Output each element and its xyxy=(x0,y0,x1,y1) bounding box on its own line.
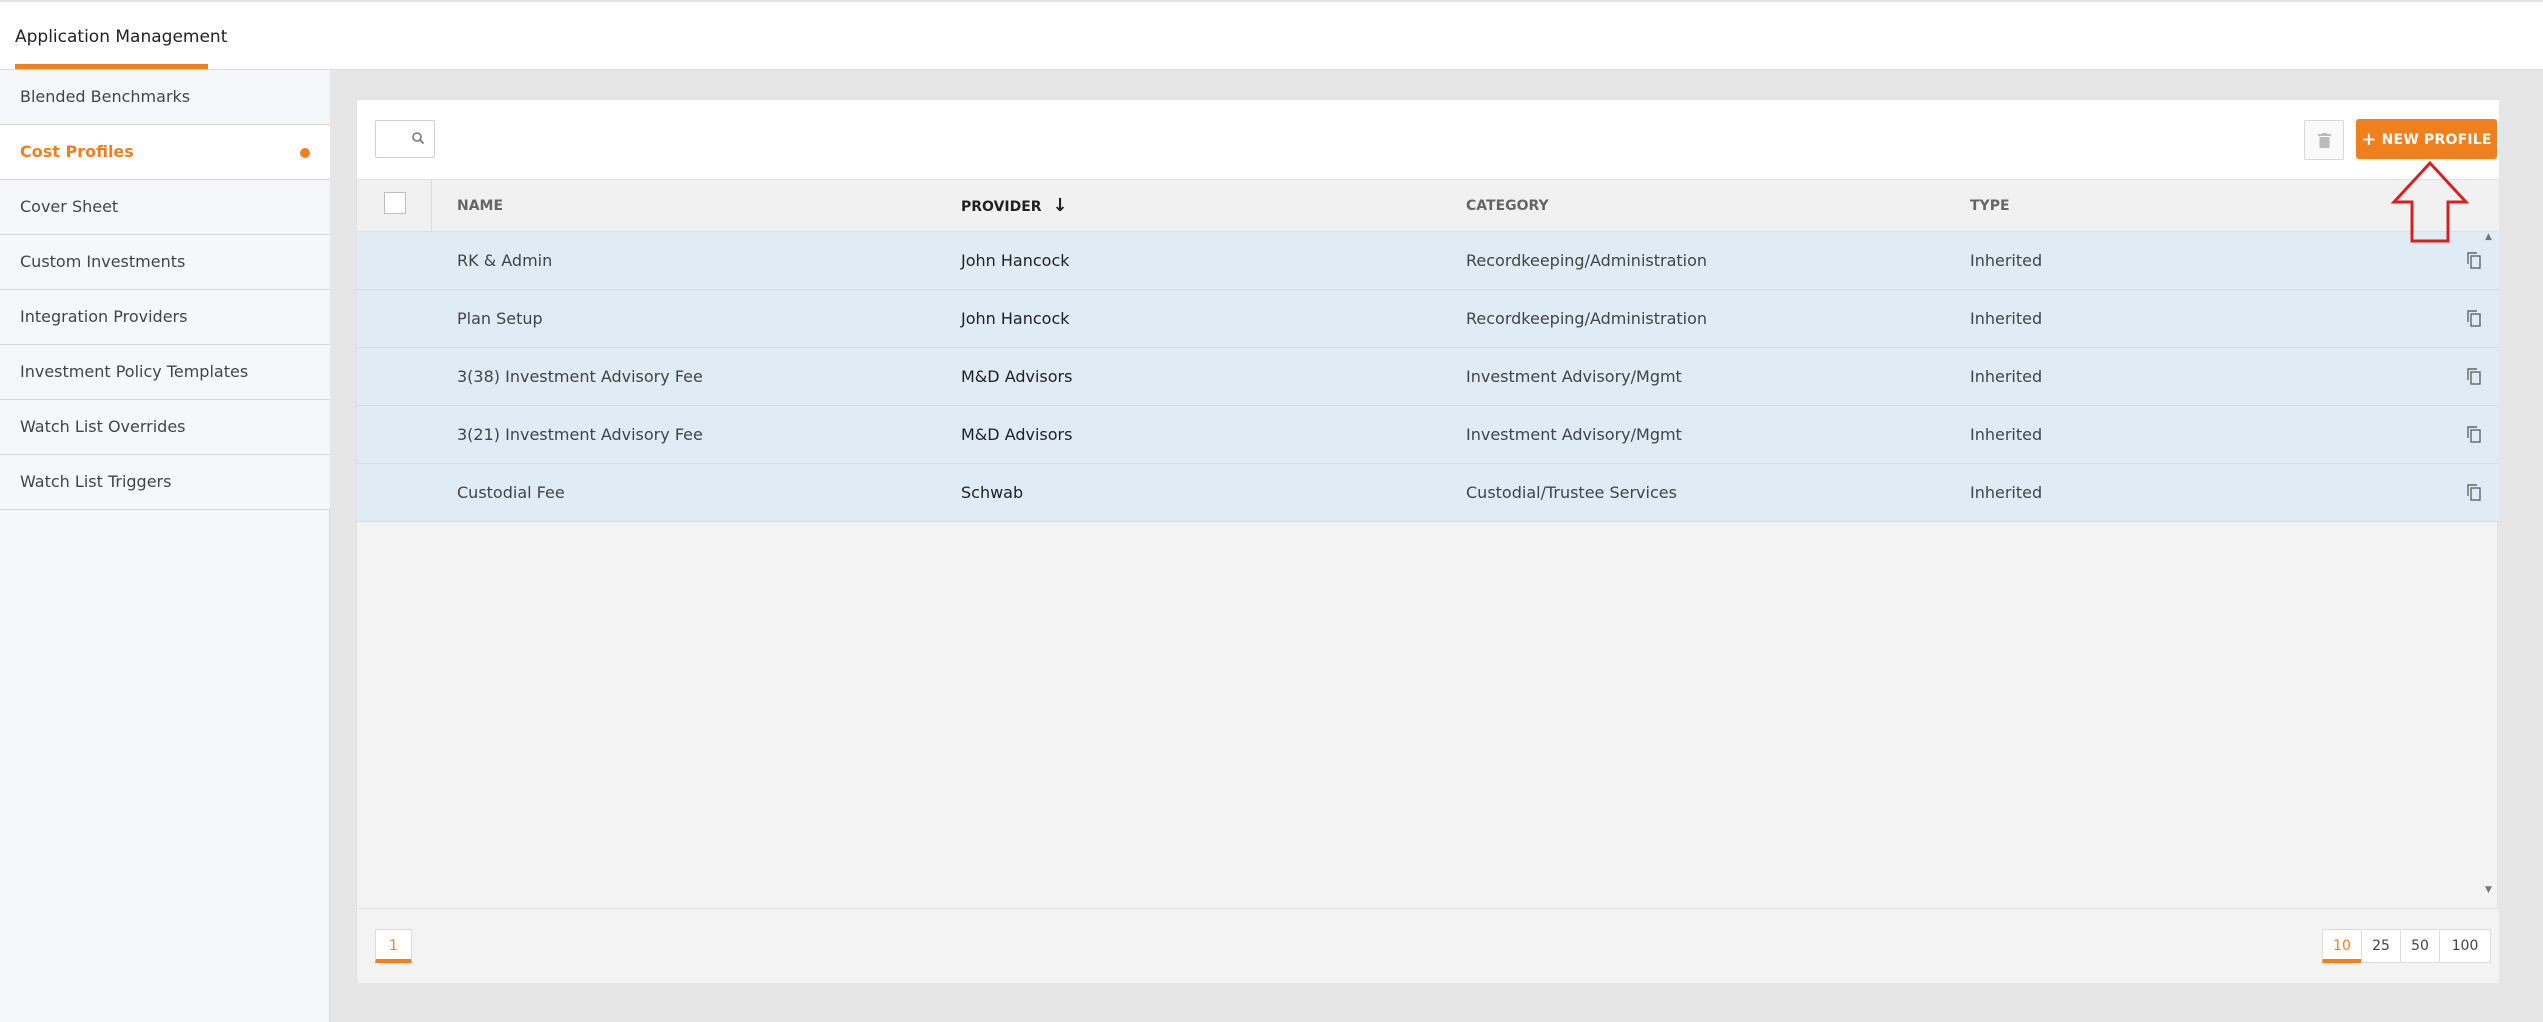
active-dot-icon xyxy=(300,148,310,158)
column-header-category[interactable]: CATEGORY xyxy=(1466,180,1549,232)
sidebar-item-label: Investment Policy Templates xyxy=(20,362,249,381)
copy-icon[interactable] xyxy=(2467,252,2481,269)
table-row[interactable]: Custodial Fee Schwab Custodial/Trustee S… xyxy=(357,464,2499,522)
cost-profiles-panel: + NEW PROFILE NAME PROVIDER ↓ CATEGORY TY… xyxy=(356,99,2499,983)
sidebar-item-label: Custom Investments xyxy=(20,252,186,271)
cell-name: Custodial Fee xyxy=(457,483,565,502)
cell-type: Inherited xyxy=(1970,367,2043,386)
new-profile-label: NEW PROFILE xyxy=(2381,132,2492,148)
select-all-checkbox[interactable] xyxy=(384,192,406,214)
table-footer: 1 10 25 50 100 xyxy=(357,908,2499,983)
page-button-current[interactable]: 1 xyxy=(375,929,412,963)
sidebar-item-label: Watch List Triggers xyxy=(20,472,172,491)
sidebar-item-label: Cost Profiles xyxy=(20,142,134,161)
copy-icon[interactable] xyxy=(2467,426,2481,443)
cell-provider: John Hancock xyxy=(961,309,1070,328)
page-size-selector: 10 25 50 100 xyxy=(2322,929,2491,963)
sidebar-item-integration-providers[interactable]: Integration Providers xyxy=(0,290,330,345)
column-header-name[interactable]: NAME xyxy=(457,180,503,232)
page-size-option-10[interactable]: 10 xyxy=(2322,929,2362,963)
top-bar: Application Management xyxy=(0,0,2543,70)
cell-provider: M&D Advisors xyxy=(961,425,1073,444)
sidebar-item-cost-profiles[interactable]: Cost Profiles xyxy=(0,125,330,180)
page-size-option-25[interactable]: 25 xyxy=(2361,929,2401,963)
trash-icon xyxy=(2318,133,2331,148)
copy-icon[interactable] xyxy=(2467,484,2481,501)
cell-name: Plan Setup xyxy=(457,309,543,328)
sidebar-item-watch-list-triggers[interactable]: Watch List Triggers xyxy=(0,455,330,510)
page-size-option-50[interactable]: 50 xyxy=(2400,929,2440,963)
column-header-provider[interactable]: PROVIDER ↓ xyxy=(961,180,1068,232)
new-profile-button[interactable]: + NEW PROFILE xyxy=(2356,119,2497,159)
sort-desc-icon: ↓ xyxy=(1052,195,1068,216)
cell-type: Inherited xyxy=(1970,425,2043,444)
sidebar: Blended Benchmarks Cost Profiles Cover S… xyxy=(0,70,330,1022)
plus-icon: + xyxy=(2361,129,2377,150)
annotation-up-arrow-icon xyxy=(2390,160,2470,243)
cell-category: Investment Advisory/Mgmt xyxy=(1466,425,1682,444)
cell-category: Recordkeeping/Administration xyxy=(1466,251,1708,270)
sidebar-item-label: Watch List Overrides xyxy=(20,417,186,436)
table-row[interactable]: RK & Admin John Hancock Recordkeeping/Ad… xyxy=(357,232,2499,290)
table-row[interactable]: 3(21) Investment Advisory Fee M&D Adviso… xyxy=(357,406,2499,464)
table-header: NAME PROVIDER ↓ CATEGORY TYPE xyxy=(357,180,2499,232)
scroll-up-arrow-icon[interactable]: ▲ xyxy=(2485,232,2492,242)
select-all-cell xyxy=(357,180,432,232)
cell-category: Custodial/Trustee Services xyxy=(1466,483,1677,502)
toolbar: + NEW PROFILE xyxy=(357,100,2499,180)
delete-button[interactable] xyxy=(2304,120,2344,160)
cell-name: RK & Admin xyxy=(457,251,553,270)
sidebar-item-label: Blended Benchmarks xyxy=(20,87,191,106)
cell-type: Inherited xyxy=(1970,309,2043,328)
cell-name: 3(38) Investment Advisory Fee xyxy=(457,367,703,386)
sidebar-item-label: Cover Sheet xyxy=(20,197,119,216)
cell-category: Investment Advisory/Mgmt xyxy=(1466,367,1682,386)
sidebar-item-label: Integration Providers xyxy=(20,307,188,326)
column-header-provider-label: PROVIDER xyxy=(961,199,1042,215)
search-icon xyxy=(412,132,425,145)
active-tab-underline xyxy=(15,64,208,69)
sidebar-item-investment-policy-templates[interactable]: Investment Policy Templates xyxy=(0,345,330,400)
cell-provider: Schwab xyxy=(961,483,1024,502)
search-input[interactable] xyxy=(375,120,435,158)
sidebar-item-watch-list-overrides[interactable]: Watch List Overrides xyxy=(0,400,330,455)
table-row[interactable]: Plan Setup John Hancock Recordkeeping/Ad… xyxy=(357,290,2499,348)
copy-icon[interactable] xyxy=(2467,368,2481,385)
column-header-type[interactable]: TYPE xyxy=(1970,180,2010,232)
sidebar-item-blended-benchmarks[interactable]: Blended Benchmarks xyxy=(0,70,330,125)
cell-provider: John Hancock xyxy=(961,251,1070,270)
sidebar-item-custom-investments[interactable]: Custom Investments xyxy=(0,235,330,290)
cell-name: 3(21) Investment Advisory Fee xyxy=(457,425,703,444)
copy-icon[interactable] xyxy=(2467,310,2481,327)
cell-provider: M&D Advisors xyxy=(961,367,1073,386)
cell-type: Inherited xyxy=(1970,483,2043,502)
scroll-down-arrow-icon[interactable]: ▼ xyxy=(2485,885,2492,895)
sidebar-item-cover-sheet[interactable]: Cover Sheet xyxy=(0,180,330,235)
table-row[interactable]: 3(38) Investment Advisory Fee M&D Adviso… xyxy=(357,348,2499,406)
cell-category: Recordkeeping/Administration xyxy=(1466,309,1708,328)
app-title-tab[interactable]: Application Management xyxy=(15,4,227,70)
page-size-option-100[interactable]: 100 xyxy=(2439,929,2491,963)
cell-type: Inherited xyxy=(1970,251,2043,270)
